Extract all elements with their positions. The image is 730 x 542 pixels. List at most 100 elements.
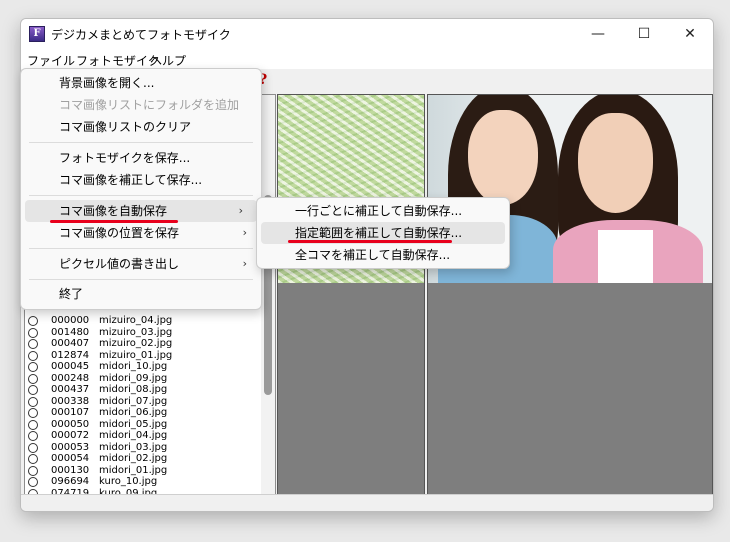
frame-filename: midori_01.jpg bbox=[99, 464, 168, 476]
radio-icon[interactable] bbox=[28, 385, 38, 395]
radio-icon[interactable] bbox=[28, 339, 38, 349]
list-item[interactable]: 001480 mizuiro_03.jpg bbox=[25, 327, 261, 339]
menu-clear-list[interactable]: コマ画像リストのクリア bbox=[21, 116, 261, 138]
frame-code: 000000 bbox=[51, 315, 90, 326]
radio-icon[interactable] bbox=[28, 477, 38, 487]
menu-exit[interactable]: 終了 bbox=[21, 283, 261, 305]
status-bar bbox=[21, 494, 713, 511]
menu-item-label: ピクセル値の書き出し bbox=[59, 257, 180, 271]
list-item[interactable]: 000407 mizuiro_02.jpg bbox=[25, 338, 261, 350]
menu-item-label: 一行ごとに補正して自動保存... bbox=[295, 204, 463, 218]
list-item[interactable]: 000437 midori_08.jpg bbox=[25, 384, 261, 396]
photo-person-left-face bbox=[468, 110, 538, 205]
app-icon: F bbox=[29, 26, 45, 42]
close-button[interactable]: ✕ bbox=[667, 19, 713, 49]
list-item[interactable]: 000248 midori_09.jpg bbox=[25, 373, 261, 385]
list-item[interactable]: 000050 midori_05.jpg bbox=[25, 419, 261, 431]
submenu-all-frames[interactable]: 全コマを補正して自動保存... bbox=[257, 244, 509, 266]
auto-save-submenu: 一行ごとに補正して自動保存... 指定範囲を補正して自動保存... 全コマを補正… bbox=[256, 197, 510, 269]
title-bar[interactable]: F デジカメまとめてフォトモザイク — ☐ ✕ bbox=[21, 19, 713, 49]
menu-item-label: コマ画像リストのクリア bbox=[59, 120, 192, 134]
menu-separator bbox=[29, 142, 253, 143]
frame-code: 012874 bbox=[51, 349, 90, 361]
list-item[interactable]: 000053 midori_03.jpg bbox=[25, 442, 261, 454]
frame-filename: midori_07.jpg bbox=[99, 395, 168, 407]
annotation-underline bbox=[50, 220, 178, 223]
frame-preview-panel[interactable] bbox=[277, 94, 425, 496]
list-item[interactable]: 000338 midori_07.jpg bbox=[25, 396, 261, 408]
list-item[interactable]: 000130 midori_01.jpg bbox=[25, 465, 261, 477]
frame-code: 000050 bbox=[51, 418, 90, 430]
frame-code: 096694 bbox=[51, 476, 90, 487]
menu-item-label: 全コマを補正して自動保存... bbox=[295, 248, 451, 262]
list-item[interactable]: 000054 midori_02.jpg bbox=[25, 453, 261, 465]
menu-item-label: 終了 bbox=[59, 287, 84, 301]
menu-item-label: 背景画像を開く... bbox=[59, 76, 155, 90]
frame-code: 000045 bbox=[51, 361, 90, 372]
menu-photomosaic[interactable]: フォトモザイク bbox=[76, 52, 160, 69]
photo-person-right-shirt bbox=[598, 230, 653, 283]
menu-export-pixels[interactable]: ピクセル値の書き出し › bbox=[21, 253, 261, 275]
list-item[interactable]: 000107 midori_06.jpg bbox=[25, 407, 261, 419]
radio-icon[interactable] bbox=[28, 350, 38, 361]
frame-code: 000054 bbox=[51, 453, 90, 464]
list-scrollbar[interactable] bbox=[261, 95, 275, 495]
radio-icon[interactable] bbox=[28, 396, 38, 407]
menu-save-mosaic[interactable]: フォトモザイクを保存... bbox=[21, 147, 261, 169]
frame-filename: midori_10.jpg bbox=[99, 361, 168, 372]
submenu-per-row[interactable]: 一行ごとに補正して自動保存... bbox=[257, 200, 509, 222]
radio-icon[interactable] bbox=[28, 431, 38, 441]
radio-icon[interactable] bbox=[28, 362, 38, 372]
list-item[interactable]: 096694 kuro_10.jpg bbox=[25, 476, 261, 488]
frame-code: 000053 bbox=[51, 441, 90, 453]
frame-filename: midori_04.jpg bbox=[99, 430, 168, 441]
radio-icon[interactable] bbox=[28, 465, 38, 476]
menu-item-label: コマ画像の位置を保存 bbox=[59, 226, 180, 240]
list-item[interactable]: 000072 midori_04.jpg bbox=[25, 430, 261, 442]
chevron-right-icon: › bbox=[238, 204, 243, 217]
frame-filename: midori_09.jpg bbox=[99, 372, 168, 384]
file-menu-dropdown: 背景画像を開く... コマ画像リストにフォルダを追加 コマ画像リストのクリア フ… bbox=[20, 68, 262, 310]
menu-file[interactable]: ファイル bbox=[27, 52, 75, 69]
frame-code: 000130 bbox=[51, 464, 90, 476]
menu-open-background[interactable]: 背景画像を開く... bbox=[21, 72, 261, 94]
frame-code: 000107 bbox=[51, 407, 90, 418]
menu-item-label: フォトモザイクを保存... bbox=[59, 151, 191, 165]
list-item[interactable]: 000045 midori_10.jpg bbox=[25, 361, 261, 373]
frame-filename: mizuiro_02.jpg bbox=[99, 338, 173, 349]
menu-help[interactable]: ヘルプ bbox=[150, 52, 186, 69]
radio-icon[interactable] bbox=[28, 408, 38, 418]
menu-save-corrected[interactable]: コマ画像を補正して保存... bbox=[21, 169, 261, 191]
menu-auto-save[interactable]: コマ画像を自動保存 › bbox=[25, 200, 257, 222]
frame-filename: midori_08.jpg bbox=[99, 384, 168, 395]
radio-icon[interactable] bbox=[28, 316, 38, 326]
frame-filename: mizuiro_04.jpg bbox=[99, 315, 173, 326]
frame-code: 001480 bbox=[51, 326, 90, 338]
chevron-right-icon: › bbox=[242, 226, 247, 239]
frame-filename: kuro_10.jpg bbox=[99, 476, 158, 487]
list-item[interactable]: 000000 mizuiro_04.jpg bbox=[25, 315, 261, 327]
frame-filename: midori_03.jpg bbox=[99, 441, 168, 453]
frame-filename: midori_02.jpg bbox=[99, 453, 168, 464]
frame-filename: mizuiro_03.jpg bbox=[99, 326, 173, 338]
radio-icon[interactable] bbox=[28, 327, 38, 338]
menu-separator bbox=[29, 195, 253, 196]
frame-code: 000338 bbox=[51, 395, 90, 407]
frame-code: 000248 bbox=[51, 372, 90, 384]
menu-item-label: コマ画像を自動保存 bbox=[59, 204, 168, 218]
frame-filename: midori_05.jpg bbox=[99, 418, 168, 430]
photo-person-right-face bbox=[578, 113, 653, 213]
list-item[interactable]: 012874 mizuiro_01.jpg bbox=[25, 350, 261, 362]
menu-item-label: コマ画像リストにフォルダを追加 bbox=[59, 98, 240, 112]
window-title: デジカメまとめてフォトモザイク bbox=[51, 28, 231, 42]
radio-icon[interactable] bbox=[28, 373, 38, 384]
menu-item-label: コマ画像を補正して保存... bbox=[59, 173, 203, 187]
radio-icon[interactable] bbox=[28, 419, 38, 430]
radio-icon[interactable] bbox=[28, 454, 38, 464]
background-image-panel[interactable] bbox=[427, 94, 713, 496]
radio-icon[interactable] bbox=[28, 442, 38, 453]
menu-save-position[interactable]: コマ画像の位置を保存 › bbox=[21, 222, 261, 244]
maximize-button[interactable]: ☐ bbox=[621, 19, 667, 49]
frame-filename: mizuiro_01.jpg bbox=[99, 349, 173, 361]
minimize-button[interactable]: — bbox=[575, 19, 621, 49]
